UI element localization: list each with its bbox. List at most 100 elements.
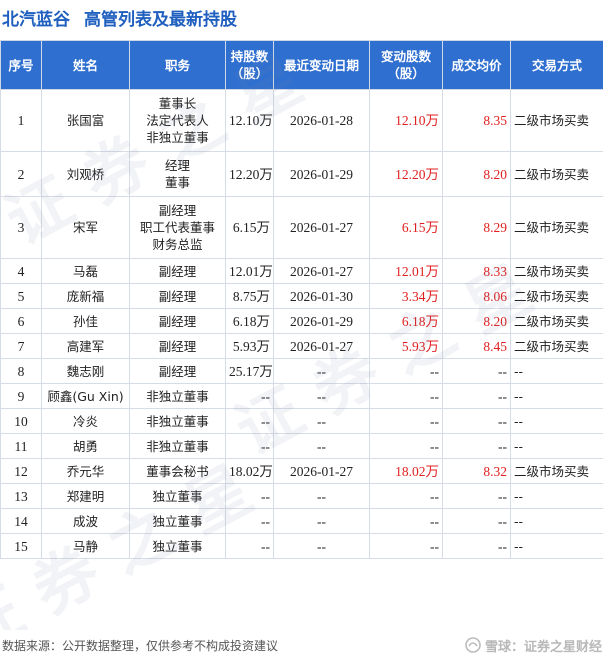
- duty-line: 非独立董事: [146, 413, 209, 429]
- cell-holdings: --: [225, 408, 274, 434]
- cell-method: --: [510, 433, 603, 459]
- cell-holdings: --: [225, 383, 274, 409]
- cell-duty: 副经理 职工代表董事 财务总监: [129, 196, 226, 259]
- table-row: 9 顾鑫(Gu Xin) 非独立董事 -- -- -- -- --: [0, 383, 603, 409]
- col-header-name: 姓名: [41, 40, 130, 90]
- cell-duty: 副经理: [129, 283, 226, 309]
- table-row: 14 成波 独立董事 -- -- -- -- --: [0, 508, 603, 534]
- cell-method: 二级市场买卖: [510, 151, 603, 197]
- cell-no: 9: [0, 383, 42, 409]
- cell-name: 刘观桥: [41, 151, 130, 197]
- cell-change: 5.93万: [369, 333, 443, 359]
- cell-change: --: [369, 508, 443, 534]
- cell-no: 3: [0, 196, 42, 259]
- cell-holdings: --: [225, 533, 274, 559]
- cell-name: 马静: [41, 533, 130, 559]
- col-header-method: 交易方式: [510, 40, 603, 90]
- cell-duty: 独立董事: [129, 533, 226, 559]
- cell-no: 5: [0, 283, 42, 309]
- cell-no: 15: [0, 533, 42, 559]
- cell-no: 1: [0, 89, 42, 152]
- cell-holdings: --: [225, 433, 274, 459]
- cell-change: --: [369, 383, 443, 409]
- table-row: 1 张国富 董事长 法定代表人 非独立董事 12.10万 2026-01-28 12.10万 8…: [0, 89, 603, 152]
- duty-line: 非独立董事: [146, 130, 209, 145]
- cell-change: 18.02万: [369, 458, 443, 484]
- cell-method: 二级市场买卖: [510, 308, 603, 334]
- cell-date: --: [273, 508, 370, 534]
- footer: 数据来源：公开数据整理，仅供参考不构成投资建议 雪球：证券之星财经: [2, 636, 602, 655]
- cell-change: 12.20万: [369, 151, 443, 197]
- cell-no: 7: [0, 333, 42, 359]
- duty-line: 副经理: [158, 203, 197, 218]
- cell-holdings: 6.18万: [225, 308, 274, 334]
- table-row: 5 庞新福 副经理 8.75万 2026-01-30 3.34万 8.06 二级市场买卖: [0, 283, 603, 309]
- cell-no: 2: [0, 151, 42, 197]
- cell-method: 二级市场买卖: [510, 89, 603, 152]
- cell-name: 张国富: [41, 89, 130, 152]
- cell-duty: 经理 董事: [129, 151, 226, 197]
- cell-change: --: [369, 533, 443, 559]
- cell-name: 孙佳: [41, 308, 130, 334]
- col-header-no: 序号: [0, 40, 42, 90]
- cell-price: 8.33: [442, 258, 511, 284]
- cell-name: 顾鑫(Gu Xin): [41, 383, 130, 409]
- duty-line: 非独立董事: [146, 388, 209, 404]
- cell-holdings: 12.20万: [225, 151, 274, 197]
- cell-price: 8.29: [442, 196, 511, 259]
- snowball-logo-icon: [465, 637, 481, 653]
- data-source-note: 数据来源：公开数据整理，仅供参考不构成投资建议: [2, 638, 279, 653]
- cell-date: 2026-01-29: [273, 308, 370, 334]
- duty-line: 独立董事: [152, 513, 203, 529]
- cell-no: 11: [0, 433, 42, 459]
- cell-duty: 副经理: [129, 258, 226, 284]
- cell-name: 庞新福: [41, 283, 130, 309]
- cell-name: 魏志刚: [41, 358, 130, 384]
- table-row: 15 马静 独立董事 -- -- -- -- --: [0, 533, 603, 559]
- duty-line: 副经理: [158, 338, 197, 354]
- col-header-change: 变动股数 （股）: [369, 40, 443, 90]
- cell-name: 宋军: [41, 196, 130, 259]
- table-row: 11 胡勇 非独立董事 -- -- -- -- --: [0, 433, 603, 459]
- cell-duty: 非独立董事: [129, 383, 226, 409]
- brand-label: 雪球：证券之星财经: [465, 636, 602, 655]
- duty-line: 独立董事: [152, 488, 203, 504]
- cell-change: 3.34万: [369, 283, 443, 309]
- table-row: 3 宋军 副经理 职工代表董事 财务总监 6.15万 2026-01-27 6.15万 8.29…: [0, 196, 603, 259]
- cell-date: 2026-01-29: [273, 151, 370, 197]
- page-title: 高管列表及最新持股: [84, 9, 237, 30]
- cell-change: --: [369, 433, 443, 459]
- table-row: 6 孙佳 副经理 6.18万 2026-01-29 6.18万 8.20 二级市场买卖: [0, 308, 603, 334]
- col-header-price: 成交均价: [442, 40, 511, 90]
- cell-method: --: [510, 508, 603, 534]
- cell-price: 8.45: [442, 333, 511, 359]
- brand-text: 雪球：证券之星财经: [484, 639, 602, 655]
- table-row: 4 马磊 副经理 12.01万 2026-01-27 12.01万 8.33 二级市场买卖: [0, 258, 603, 284]
- cell-holdings: 25.17万: [225, 358, 274, 384]
- table-row: 13 郑建明 独立董事 -- -- -- -- --: [0, 483, 603, 509]
- duty-line: 副经理: [158, 363, 197, 379]
- cell-duty: 董事会秘书: [129, 458, 226, 484]
- cell-price: --: [442, 408, 511, 434]
- cell-holdings: --: [225, 483, 274, 509]
- cell-name: 郑建明: [41, 483, 130, 509]
- cell-name: 胡勇: [41, 433, 130, 459]
- cell-change: 12.10万: [369, 89, 443, 152]
- col-header-date: 最近变动日期: [273, 40, 370, 90]
- duty-line: 董事会秘书: [146, 463, 209, 479]
- cell-duty: 副经理: [129, 333, 226, 359]
- duty-line: 职工代表董事: [139, 220, 215, 235]
- cell-method: --: [510, 358, 603, 384]
- cell-method: --: [510, 483, 603, 509]
- cell-method: 二级市场买卖: [510, 333, 603, 359]
- cell-price: 8.06: [442, 283, 511, 309]
- executive-table: 序号 姓名 职务 持股数 （股） 最近变动日期 变动股数 （股） 成交均价 交易…: [0, 40, 603, 559]
- cell-name: 高建军: [41, 333, 130, 359]
- cell-method: 二级市场买卖: [510, 458, 603, 484]
- company-name: 北汽蓝谷: [2, 9, 70, 30]
- table-row: 7 高建军 副经理 5.93万 2026-01-27 5.93万 8.45 二级市场买卖: [0, 333, 603, 359]
- cell-price: --: [442, 483, 511, 509]
- cell-price: --: [442, 383, 511, 409]
- header: 北汽蓝谷 高管列表及最新持股: [2, 2, 600, 32]
- duty-line: 董事: [164, 175, 190, 190]
